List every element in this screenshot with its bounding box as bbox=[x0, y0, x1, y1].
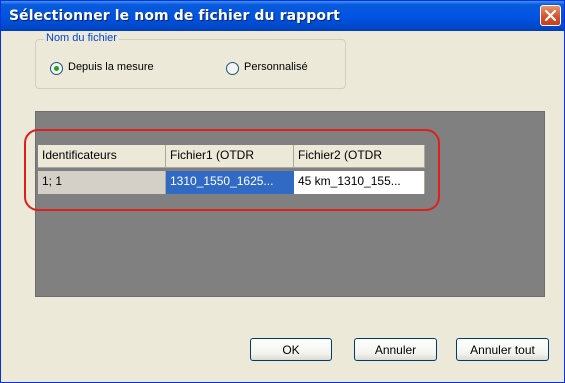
radio-from-measurement-label: Depuis la mesure bbox=[68, 61, 154, 73]
cancel-all-button[interactable]: Annuler tout bbox=[456, 338, 549, 361]
dialog-title: Sélectionner le nom de fichier du rappor… bbox=[9, 8, 340, 24]
dialog-window: Sélectionner le nom de fichier du rappor… bbox=[0, 0, 565, 383]
radio-custom-label: Personnalisé bbox=[244, 61, 308, 73]
radio-button-selected[interactable] bbox=[50, 62, 63, 75]
close-button[interactable] bbox=[540, 5, 561, 26]
filename-group-legend: Nom du fichier bbox=[44, 32, 119, 44]
cancel-button[interactable]: Annuler bbox=[354, 338, 437, 361]
filename-groupbox: Nom du fichier Depuis la mesure Personna… bbox=[35, 32, 346, 89]
ok-button[interactable]: OK bbox=[250, 338, 332, 361]
close-icon bbox=[545, 10, 556, 21]
red-highlight-annotation bbox=[24, 129, 440, 211]
title-bar[interactable]: Sélectionner le nom de fichier du rappor… bbox=[1, 1, 564, 31]
radio-button-unselected[interactable] bbox=[226, 62, 239, 75]
radio-dot-icon bbox=[54, 66, 59, 71]
